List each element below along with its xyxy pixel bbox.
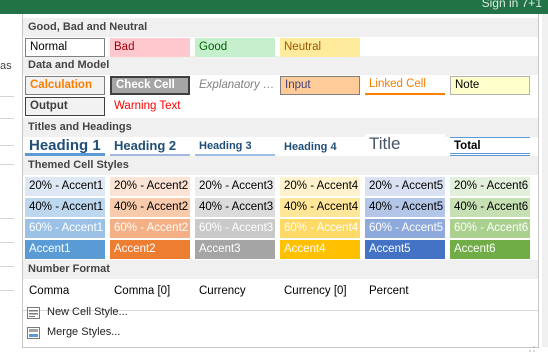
style-40-accent6[interactable]: 40% - Accent6 [450, 198, 530, 217]
sign-in-link[interactable]: Sign in 7+1 [482, 0, 542, 10]
merge-styles-icon [27, 326, 40, 339]
style-explanatory-text[interactable]: Explanatory T... [195, 76, 275, 95]
style-currency[interactable]: Currency [195, 282, 275, 301]
new-cell-style-label: New Cell Style... [47, 306, 128, 318]
style-40-accent4[interactable]: 40% - Accent4 [280, 198, 360, 217]
style-40-accent5[interactable]: 40% - Accent5 [365, 198, 445, 217]
background-gridline [0, 145, 14, 146]
background-gridline [0, 242, 14, 243]
merge-styles-item[interactable]: Merge Styles... [23, 322, 538, 342]
background-gridline [0, 218, 14, 219]
style-neutral[interactable]: Neutral [280, 38, 360, 57]
style-20-accent6[interactable]: 20% - Accent6 [450, 177, 530, 196]
style-40-accent2[interactable]: 40% - Accent2 [110, 198, 190, 217]
style-total[interactable]: Total [450, 137, 530, 156]
style-comma-0[interactable]: Comma [0] [110, 282, 190, 301]
style-warning-text[interactable]: Warning Text [110, 97, 190, 116]
style-20-accent2[interactable]: 20% - Accent2 [110, 177, 190, 196]
new-cell-style-item[interactable]: New Cell Style... [23, 302, 538, 322]
style-note[interactable]: Note [450, 76, 530, 95]
style-40-accent1[interactable]: 40% - Accent1 [25, 198, 105, 217]
style-accent2[interactable]: Accent2 [110, 240, 190, 259]
style-output[interactable]: Output [25, 97, 105, 116]
style-60-accent6[interactable]: 60% - Accent6 [450, 219, 530, 238]
new-style-icon [27, 306, 40, 319]
style-heading-1[interactable]: Heading 1 [25, 137, 105, 156]
resize-grip-icon[interactable] [529, 339, 535, 352]
background-gridline [0, 164, 14, 165]
style-60-accent1[interactable]: 60% - Accent1 [25, 219, 105, 238]
style-60-accent2[interactable]: 60% - Accent2 [110, 219, 190, 238]
merge-styles-label: Merge Styles... [47, 326, 121, 338]
background-gridline [0, 96, 14, 97]
background-gridline [0, 266, 14, 267]
style-accent1[interactable]: Accent1 [25, 240, 105, 259]
style-currency-0[interactable]: Currency [0] [280, 282, 360, 301]
background-worksheet: as [0, 14, 23, 347]
style-20-accent5[interactable]: 20% - Accent5 [365, 177, 445, 196]
style-20-accent3[interactable]: 20% - Accent3 [195, 177, 275, 196]
style-heading-4[interactable]: Heading 4 [280, 137, 360, 156]
section-header-good-bad-neutral: Good, Bad and Neutral [23, 18, 538, 37]
style-comma[interactable]: Comma [25, 282, 105, 301]
style-title[interactable]: Title [365, 134, 445, 156]
section-header-titles-headings: Titles and Headings [23, 118, 538, 137]
background-gridline [0, 290, 14, 291]
section-header-data-and-model: Data and Model [23, 56, 538, 75]
style-60-accent4[interactable]: 60% - Accent4 [280, 219, 360, 238]
section-header-number-format: Number Format [23, 260, 538, 279]
style-good[interactable]: Good [195, 38, 275, 57]
style-accent6[interactable]: Accent6 [450, 240, 530, 259]
style-accent5[interactable]: Accent5 [365, 240, 445, 259]
style-heading-2[interactable]: Heading 2 [110, 137, 190, 156]
section-header-themed-cell-styles: Themed Cell Styles [23, 156, 538, 175]
background-text: as [0, 60, 12, 72]
background-scroll-edge [542, 14, 548, 347]
style-accent3[interactable]: Accent3 [195, 240, 275, 259]
style-60-accent3[interactable]: 60% - Accent3 [195, 219, 275, 238]
style-calculation[interactable]: Calculation [25, 76, 105, 95]
style-20-accent1[interactable]: 20% - Accent1 [25, 177, 105, 196]
style-accent4[interactable]: Accent4 [280, 240, 360, 259]
style-heading-3[interactable]: Heading 3 [195, 137, 275, 156]
style-20-accent4[interactable]: 20% - Accent4 [280, 177, 360, 196]
style-60-accent5[interactable]: 60% - Accent5 [365, 219, 445, 238]
style-input[interactable]: Input [280, 76, 360, 95]
style-40-accent3[interactable]: 40% - Accent3 [195, 198, 275, 217]
style-percent[interactable]: Percent [365, 282, 445, 301]
title-bar: Sign in 7+1 [0, 0, 548, 14]
style-check-cell[interactable]: Check Cell [110, 76, 190, 95]
style-bad[interactable]: Bad [110, 38, 190, 57]
style-linked-cell[interactable]: Linked Cell [365, 76, 445, 95]
style-normal[interactable]: Normal [25, 38, 105, 57]
cell-styles-gallery: Good, Bad and Neutral Data and Model Tit… [22, 14, 539, 352]
background-gridline [0, 118, 14, 119]
